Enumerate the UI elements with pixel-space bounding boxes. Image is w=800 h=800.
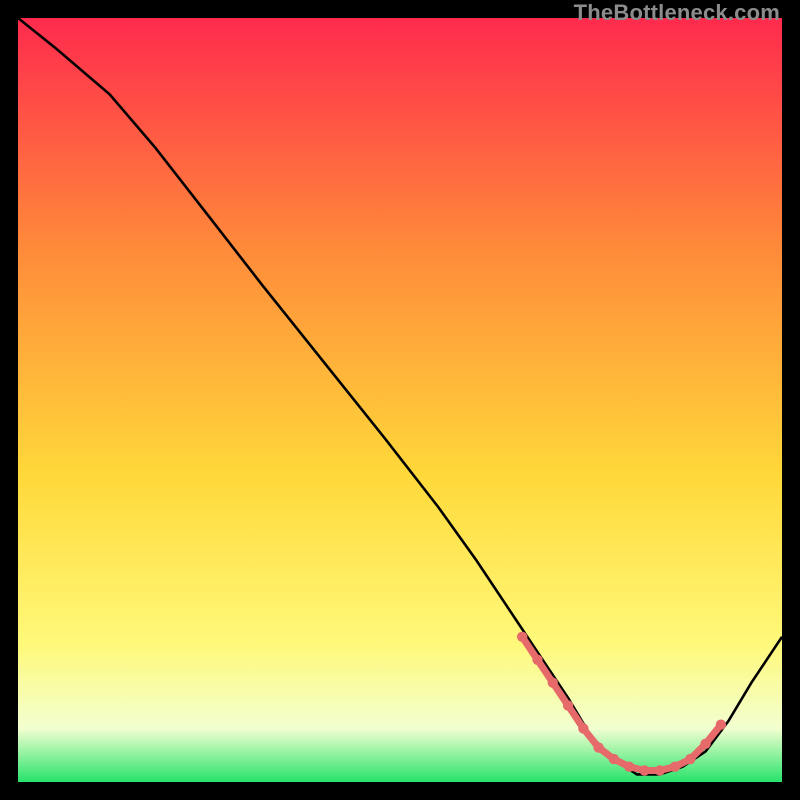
watermark-text: TheBottleneck.com [574, 0, 780, 26]
optimal-range-dot [609, 754, 619, 764]
optimal-range-dot [532, 655, 542, 665]
optimal-range-dot [593, 742, 603, 752]
optimal-range-dot [639, 765, 649, 775]
gradient-background [18, 18, 782, 782]
optimal-range-dot [624, 762, 634, 772]
optimal-range-dot [578, 723, 588, 733]
optimal-range-dot [685, 754, 695, 764]
optimal-range-dot [670, 762, 680, 772]
optimal-range-dot [655, 765, 665, 775]
optimal-range-dot [716, 720, 726, 730]
bottleneck-chart [18, 18, 782, 782]
optimal-range-dot [563, 700, 573, 710]
optimal-range-dot [700, 739, 710, 749]
optimal-range-dot [517, 632, 527, 642]
chart-stage: { "watermark": "TheBottleneck.com", "col… [0, 0, 800, 800]
optimal-range-dot [548, 678, 558, 688]
plot-area [18, 18, 782, 782]
